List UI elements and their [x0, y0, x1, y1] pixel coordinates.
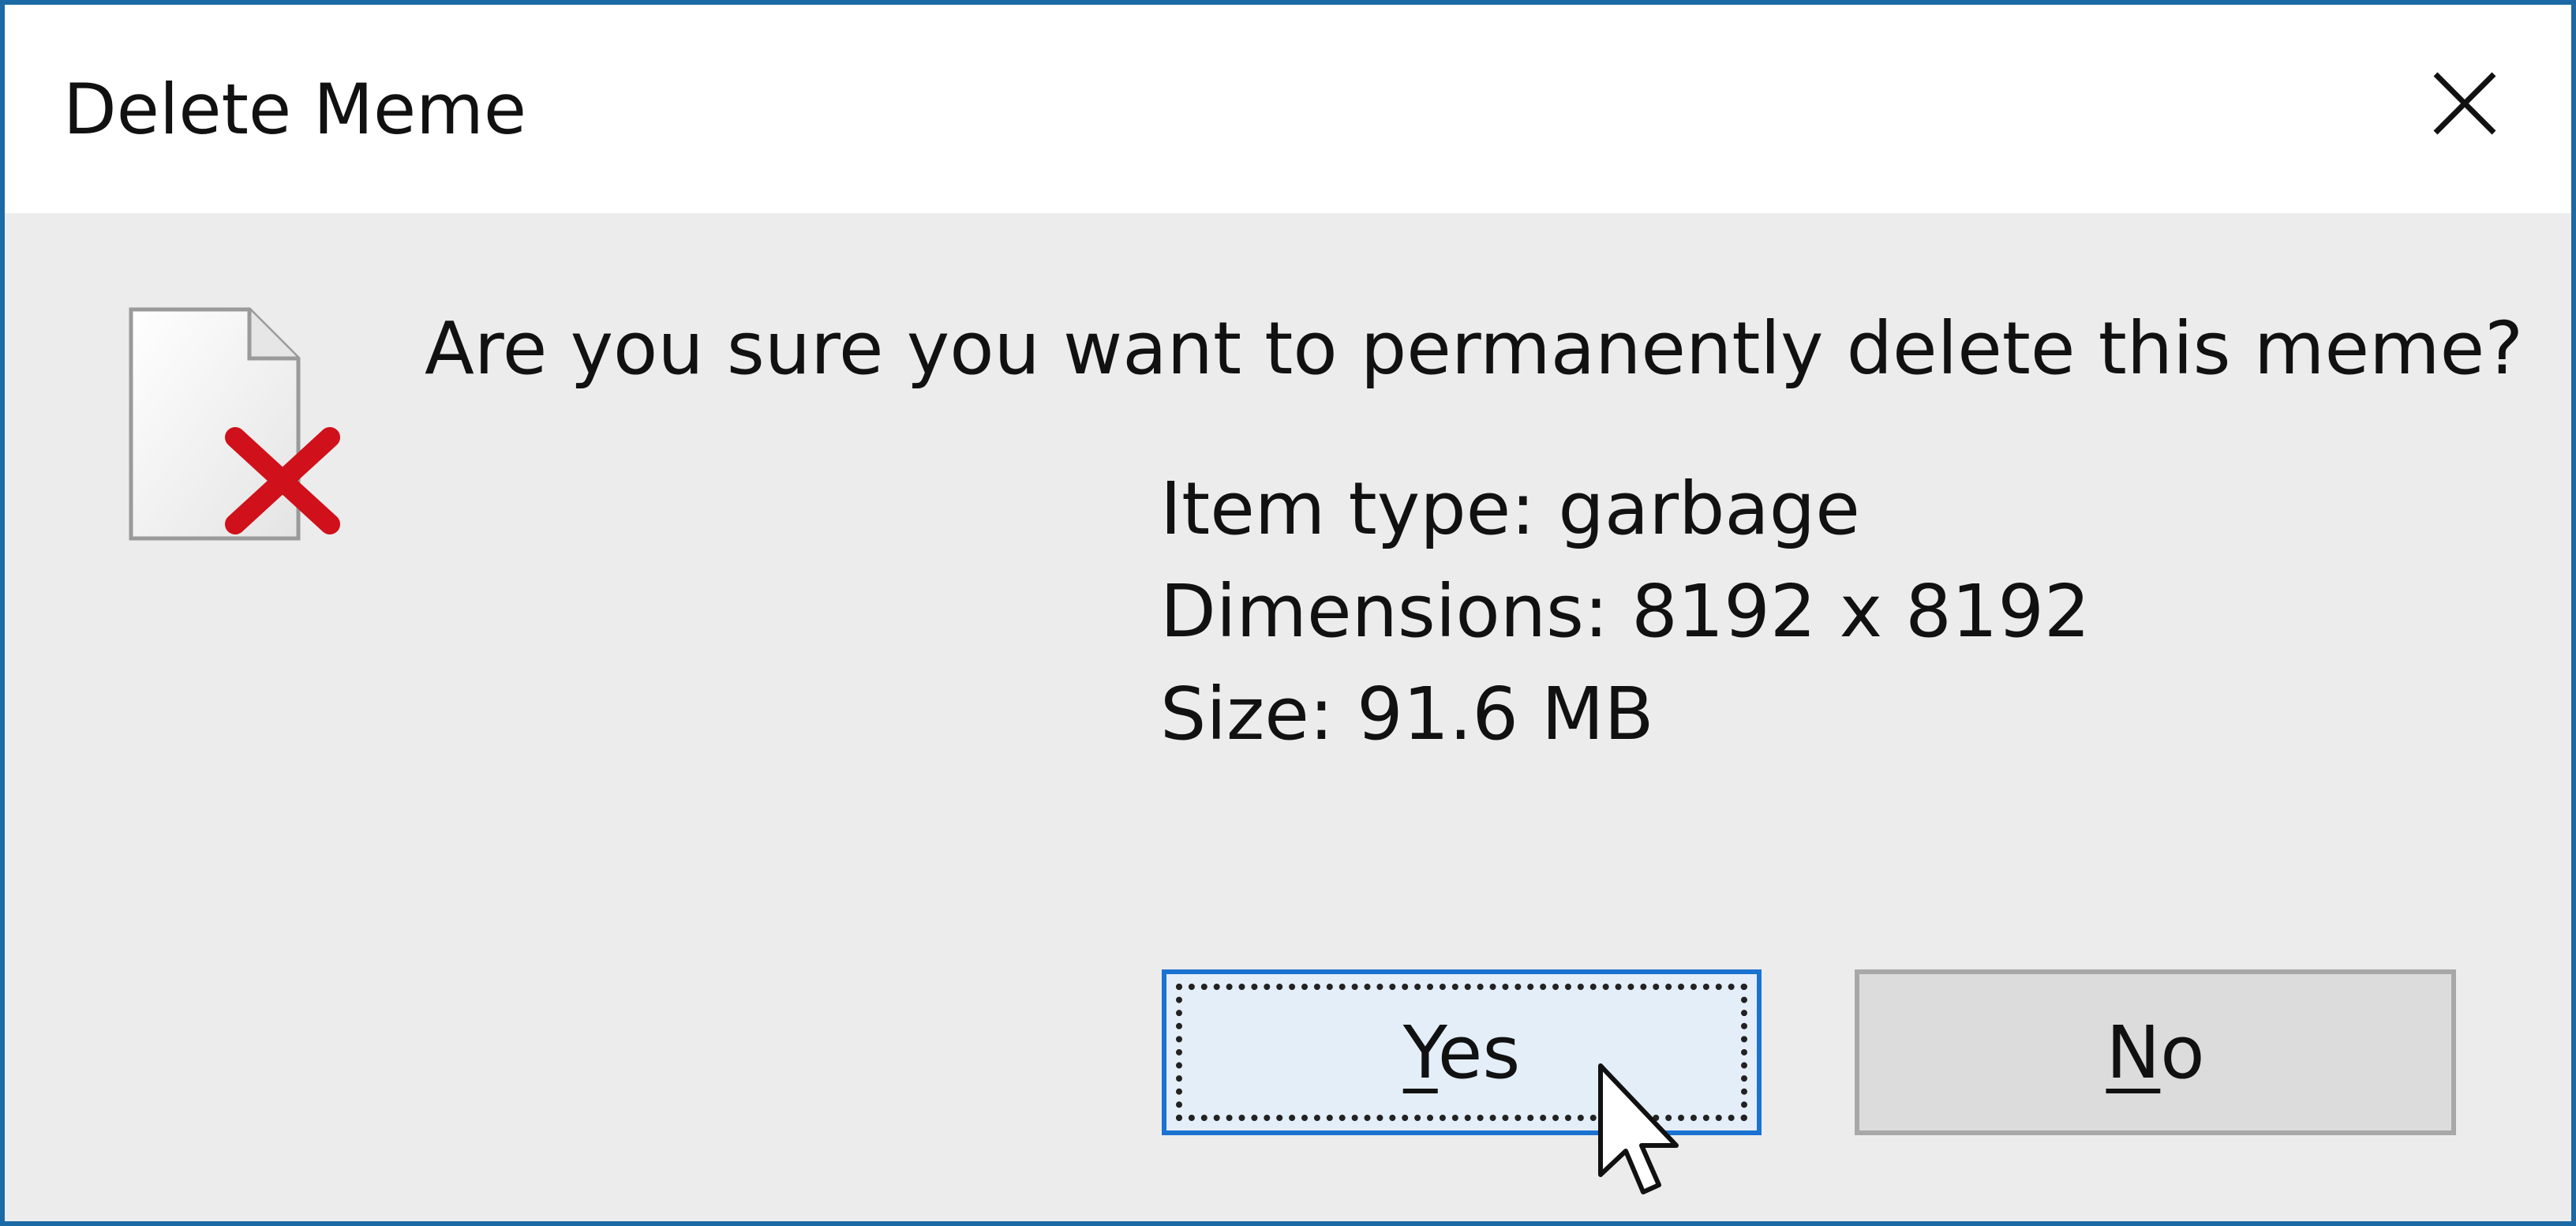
dialog-body: Are you sure you want to permanently del… — [5, 213, 2571, 1221]
title-bar[interactable]: Delete Meme — [5, 5, 2571, 213]
confirmation-message: Are you sure you want to permanently del… — [425, 306, 2524, 391]
item-type-text: Item type: garbage — [1160, 467, 1860, 551]
item-details: Item type: garbage Dimensions: 8192 x 81… — [1160, 458, 2090, 766]
no-button-label: No — [2106, 1010, 2205, 1095]
dimensions-text: Dimensions: 8192 x 8192 — [1160, 569, 2091, 654]
close-icon — [2433, 72, 2496, 135]
size-text: Size: 91.6 MB — [1160, 672, 1654, 756]
close-button[interactable] — [2413, 52, 2516, 163]
dialog-title: Delete Meme — [63, 69, 527, 150]
delete-meme-dialog: Delete Meme Are you sure you want to per… — [0, 0, 2576, 1226]
document-delete-icon — [129, 307, 340, 541]
mouse-pointer-icon — [1598, 1063, 1679, 1194]
no-button[interactable]: No — [1855, 969, 2456, 1135]
